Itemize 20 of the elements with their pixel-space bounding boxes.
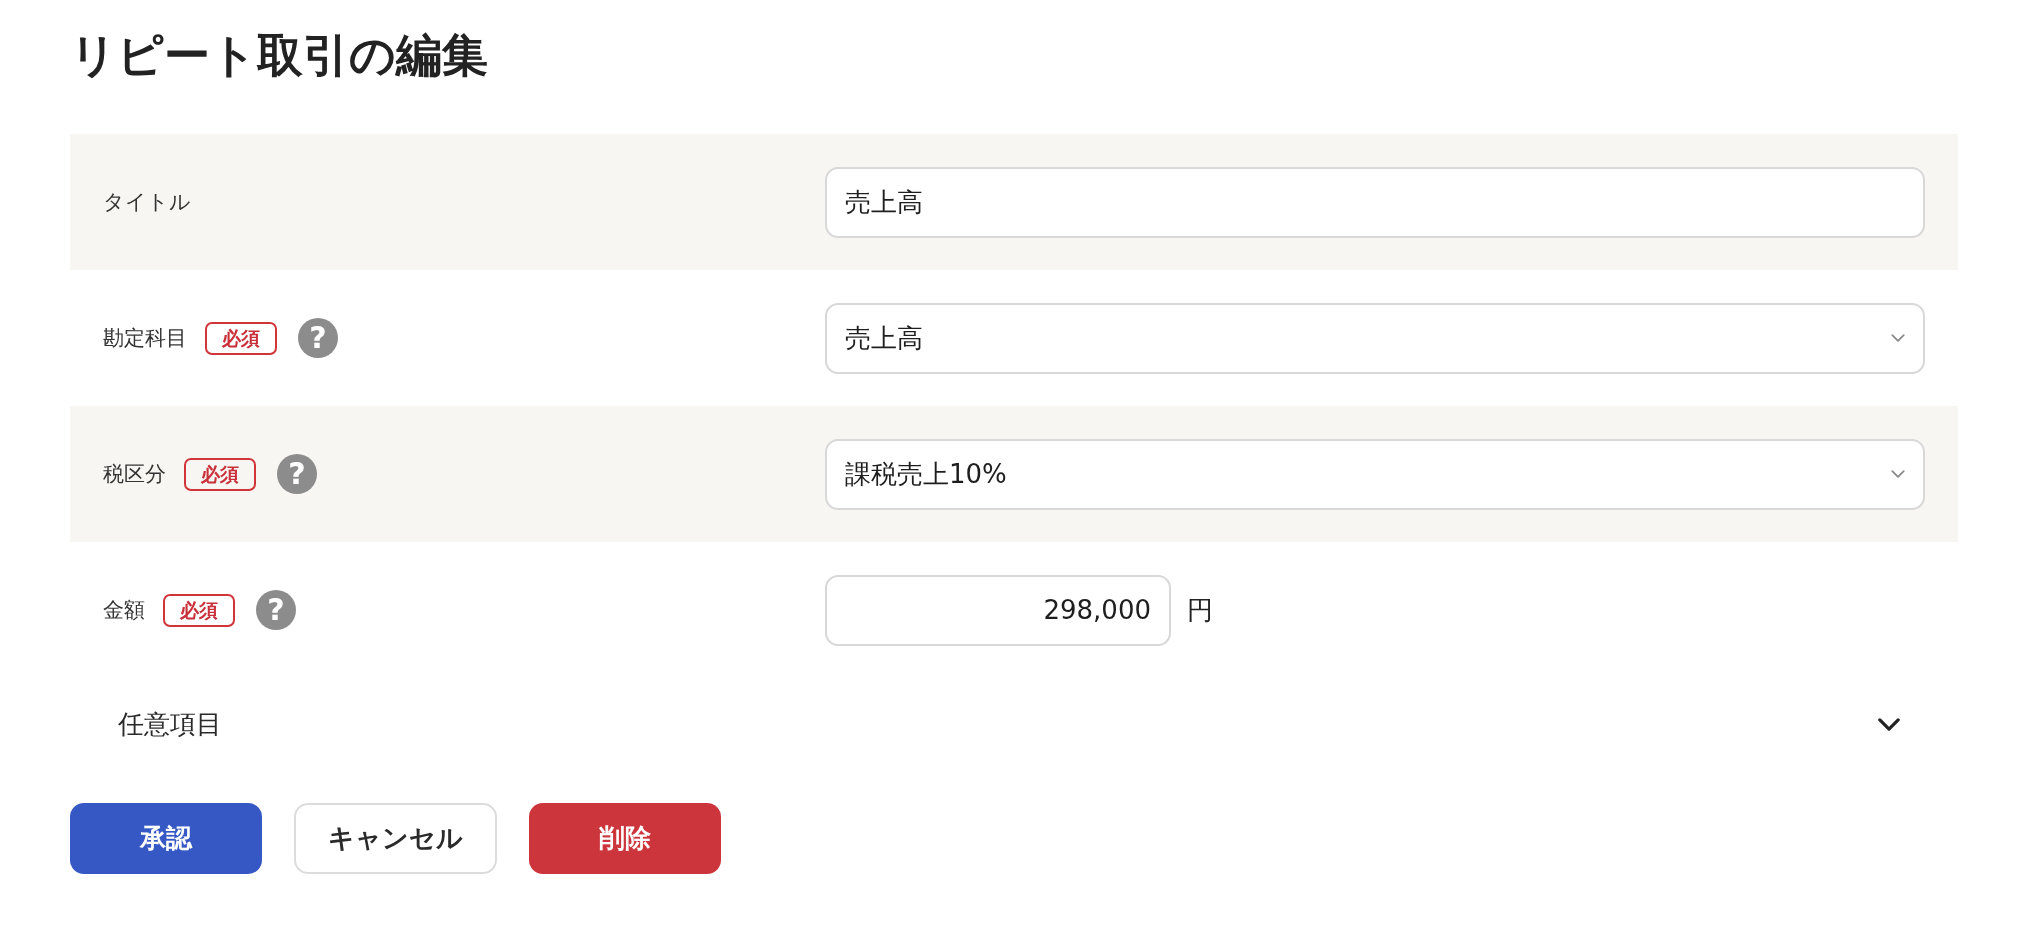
optional-section-toggle[interactable]: 任意項目: [70, 678, 1958, 770]
select-field[interactable]: 売上高: [825, 302, 1925, 374]
page-title: リピート取引の編集: [70, 27, 488, 84]
text-field[interactable]: 売上高: [825, 166, 1925, 238]
chevron-down-icon: [1891, 470, 1905, 478]
unit-label: 円: [1187, 594, 1213, 627]
delete-button[interactable]: 削除: [529, 803, 721, 874]
field-label: 勘定科目: [103, 325, 187, 352]
field-label: 金額: [103, 597, 145, 624]
field-label: 税区分: [103, 461, 166, 488]
required-badge: 必須: [184, 457, 256, 491]
cancel-button[interactable]: キャンセル: [294, 803, 497, 874]
approve-button[interactable]: 承認: [70, 803, 262, 874]
amount-field[interactable]: 298,000: [825, 574, 1171, 646]
field-label: タイトル: [103, 189, 191, 216]
required-badge: 必須: [205, 321, 277, 355]
chevron-down-icon: [1891, 334, 1905, 342]
select-field[interactable]: 課税売上10%: [825, 438, 1925, 510]
required-badge: 必須: [163, 593, 235, 627]
chevron-down-icon: [1878, 717, 1900, 731]
